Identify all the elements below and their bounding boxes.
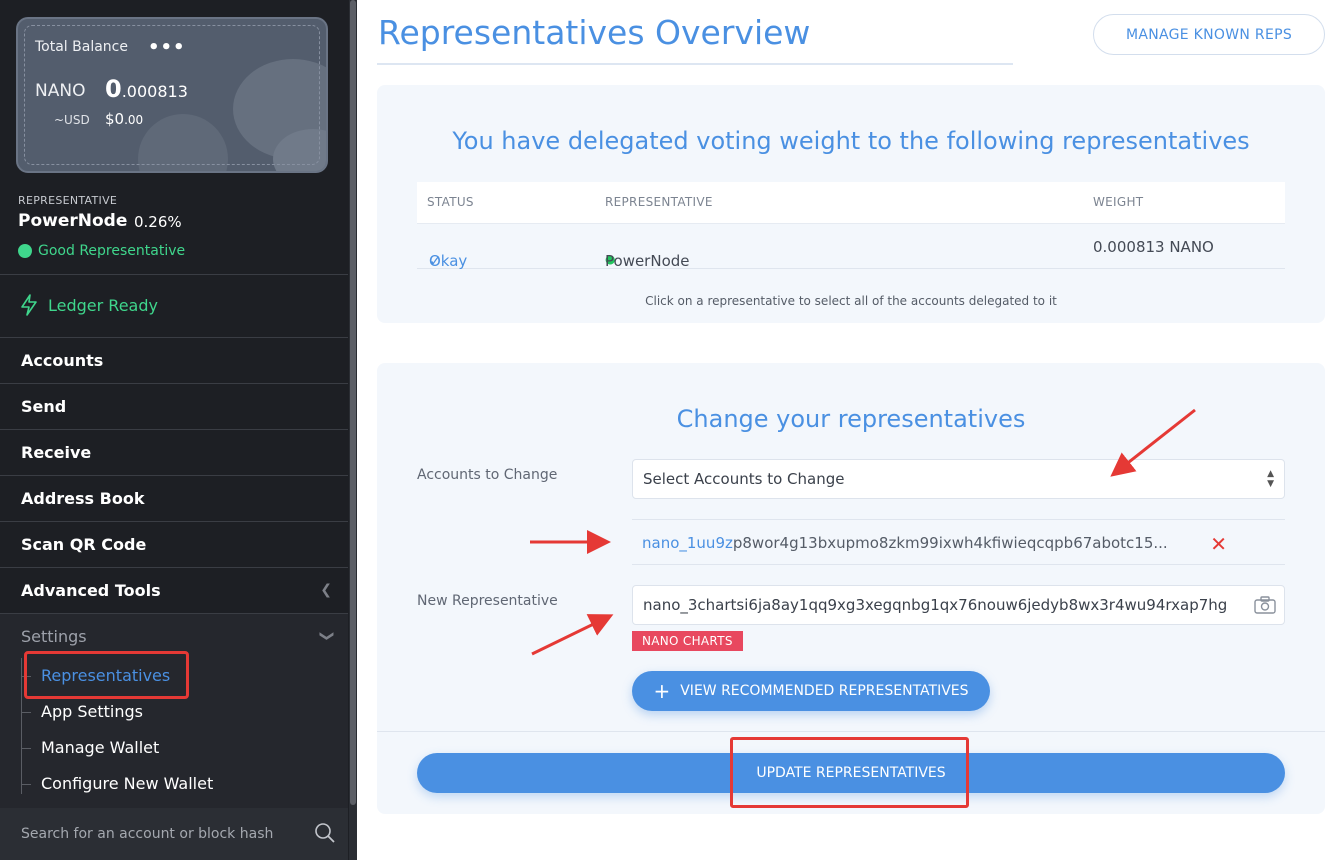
nav-advanced-tools[interactable]: Advanced Tools ❮ (0, 567, 348, 612)
representative-caption: REPRESENTATIVE (18, 194, 118, 207)
nav-label: Accounts (21, 350, 104, 370)
nav-label: Send (21, 396, 67, 416)
balance-int: 0 (105, 75, 122, 103)
remove-account-icon[interactable]: ✕ (1210, 532, 1227, 556)
camera-icon[interactable] (1254, 596, 1276, 614)
nav-send[interactable]: Send (0, 383, 348, 428)
nav-address-book[interactable]: Address Book (0, 475, 348, 520)
row-representative-name: PowerNode (605, 252, 690, 270)
recommend-button-label: VIEW RECOMMENDED REPRESENTATIVES (680, 683, 969, 699)
selected-account-row: nano_1uu9zp8wor4g13bxupmo8zkm99ixwh4kfiw… (632, 519, 1285, 565)
sidebar-item-app-settings[interactable]: App Settings (41, 702, 143, 721)
fiat-value: $0.00 (105, 110, 143, 128)
annotation-highlight-box (730, 737, 969, 808)
nav-label: Receive (21, 442, 92, 462)
sidebar: Total Balance ••• NANO 0.000813 ~USD $0.… (0, 0, 357, 860)
table-header: STATUS REPRESENTATIVE WEIGHT (417, 182, 1285, 223)
nav-label: Scan QR Code (21, 534, 147, 554)
sidebar-item-manage-wallet[interactable]: Manage Wallet (41, 738, 159, 757)
nav-scan-qr-code[interactable]: Scan QR Code (0, 521, 348, 566)
submenu-tree-line (21, 658, 22, 794)
nav-accounts[interactable]: Accounts (0, 337, 348, 382)
row-status-text: Okay (429, 252, 468, 270)
lightning-icon (21, 294, 37, 316)
column-header-representative: REPRESENTATIVE (605, 195, 713, 209)
chevron-left-icon: ❮ (320, 582, 332, 598)
submenu-tick (21, 748, 31, 749)
manage-known-reps-button[interactable]: MANAGE KNOWN REPS (1093, 14, 1325, 55)
column-header-weight: WEIGHT (1093, 195, 1144, 209)
column-header-status: STATUS (427, 195, 474, 209)
page-title: Representatives Overview (378, 13, 811, 52)
ledger-status-text: Ledger Ready (48, 295, 158, 315)
new-representative-label: New Representative (417, 593, 558, 609)
search-input[interactable] (21, 826, 301, 842)
delegation-heading: You have delegated voting weight to the … (452, 127, 1250, 155)
representative-name[interactable]: PowerNode (18, 211, 127, 231)
search-bar (0, 808, 348, 860)
new-representative-input[interactable] (643, 596, 1233, 614)
table-hint: Click on a representative to select all … (645, 294, 1057, 308)
new-representative-field (632, 585, 1285, 625)
accounts-select-value: Select Accounts to Change (643, 470, 845, 488)
chevron-down-icon: ❮ (318, 630, 335, 642)
sidebar-scrollbar[interactable] (349, 0, 357, 860)
status-dot-icon (18, 244, 32, 258)
row-weight: 0.000813 NANO (1093, 238, 1214, 256)
change-heading: Change your representatives (676, 405, 1026, 433)
nav-label: Settings (21, 626, 87, 646)
representative-status-text: Good Representative (38, 243, 186, 259)
representative-weight: 0.26% (134, 213, 182, 231)
delegation-panel: You have delegated voting weight to the … (377, 85, 1325, 323)
account-rest: p8wor4g13bxupmo8zkm99ixwh4kfiwieqcqpb67a… (732, 534, 1168, 552)
balance-dec: .000813 (121, 82, 188, 101)
fiat-dec: .00 (124, 113, 144, 127)
table-row[interactable]: ✓ Okay ● PowerNode 0.000813 NANO (417, 223, 1285, 270)
submenu-tick (21, 784, 31, 785)
title-underline (377, 63, 1013, 65)
divider (0, 274, 348, 275)
balance-card: Total Balance ••• NANO 0.000813 ~USD $0.… (16, 17, 328, 173)
fiat-label: ~USD (54, 113, 90, 127)
balance-value: 0.000813 (105, 75, 188, 103)
annotation-highlight-box (24, 651, 189, 699)
more-options-icon[interactable]: ••• (148, 37, 186, 58)
fiat-int: $0 (105, 110, 125, 128)
nav-label: Advanced Tools (21, 580, 161, 600)
representative-tag: NANO CHARTS (632, 631, 743, 651)
search-icon[interactable] (314, 822, 336, 844)
select-arrows-icon: ▲ ▼ (1267, 469, 1274, 489)
nav-label: Address Book (21, 488, 145, 508)
sidebar-scrollbar-thumb[interactable] (350, 0, 356, 805)
account-prefix: nano_1uu9z (642, 534, 733, 552)
submenu-tick (21, 712, 31, 713)
ledger-status: Ledger Ready (20, 294, 158, 316)
representatives-table: STATUS REPRESENTATIVE WEIGHT ✓ Okay ● Pow… (417, 182, 1285, 270)
plus-icon: + (653, 679, 671, 703)
currency-label: NANO (35, 81, 86, 101)
sidebar-item-configure-new-wallet[interactable]: Configure New Wallet (41, 774, 213, 793)
nav-receive[interactable]: Receive (0, 429, 348, 474)
representative-status: Good Representative (18, 243, 185, 259)
view-recommended-representatives-button[interactable]: + VIEW RECOMMENDED REPRESENTATIVES (632, 671, 990, 711)
total-balance-label: Total Balance (35, 39, 128, 55)
divider (377, 731, 1325, 732)
accounts-to-change-label: Accounts to Change (417, 467, 558, 483)
selected-account-address: nano_1uu9zp8wor4g13bxupmo8zkm99ixwh4kfiw… (642, 534, 1168, 552)
accounts-select[interactable]: Select Accounts to Change ▲ ▼ (632, 459, 1285, 499)
